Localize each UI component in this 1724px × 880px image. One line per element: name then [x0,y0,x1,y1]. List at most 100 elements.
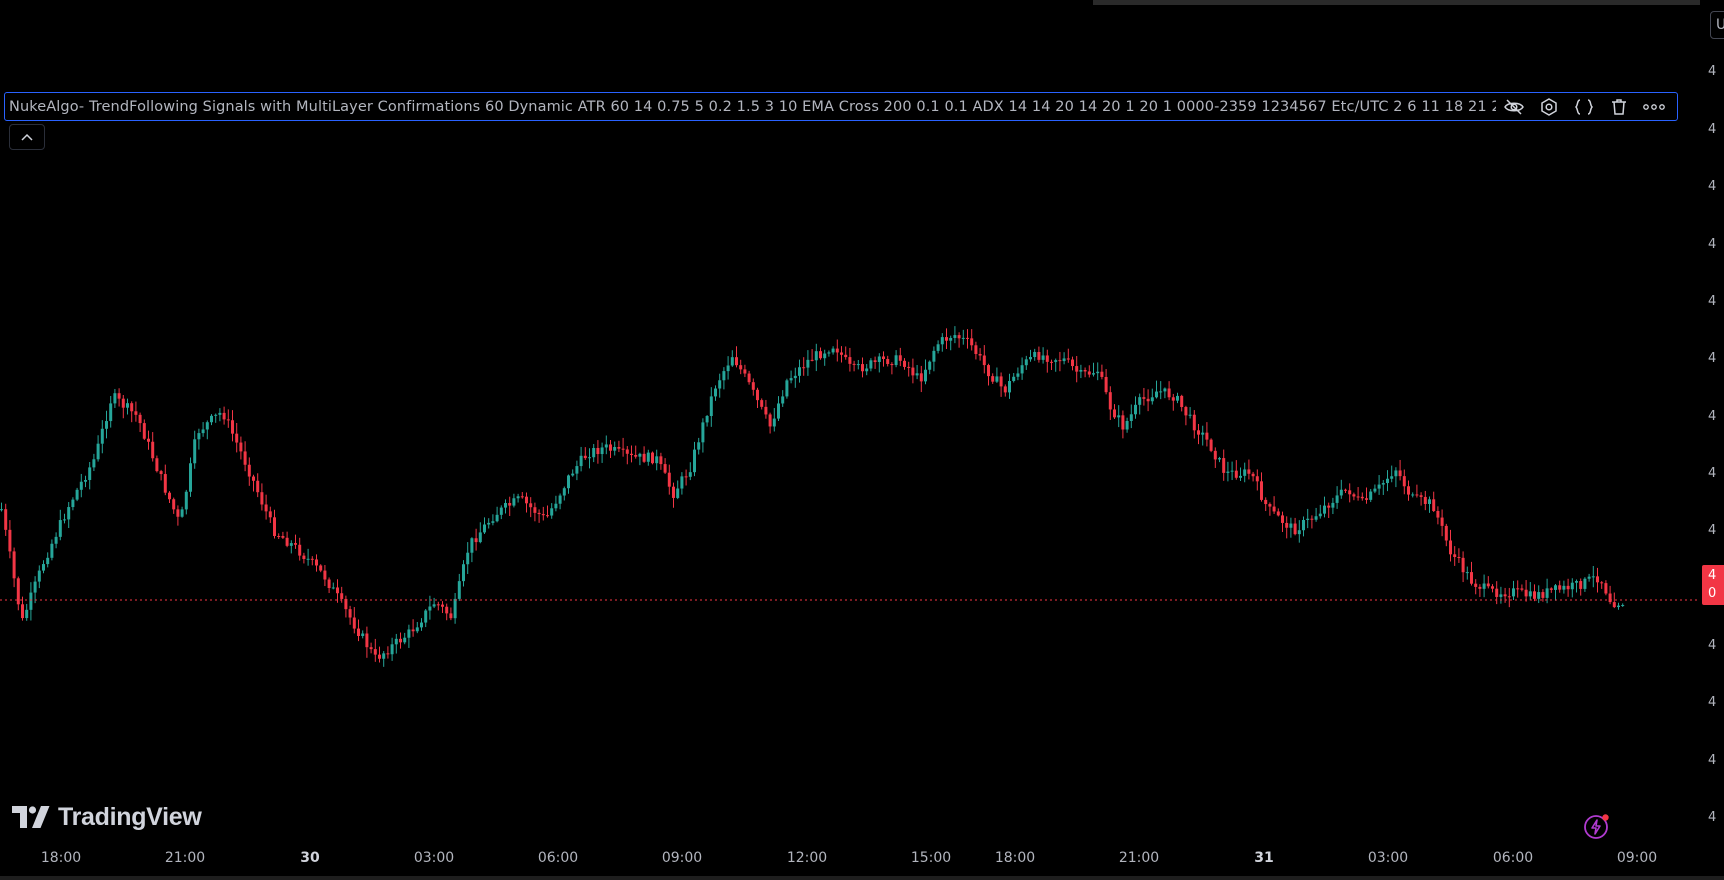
candle-body [663,464,667,473]
candle-body [1125,421,1129,430]
candle-body [252,476,255,481]
candle-body [1024,359,1028,366]
candle-body [1159,391,1163,393]
candle-body [411,629,415,632]
candle-body [760,400,764,407]
indicator-legend-tools [1496,94,1677,120]
time-axis[interactable] [0,840,1724,880]
candle-body [1436,510,1440,518]
candle-body [558,495,562,504]
candle-body [88,467,92,480]
last-price-tag-line-1: 4 [1708,568,1717,583]
candle-body [915,373,919,376]
candle-body [63,519,66,521]
candle-body [1297,530,1301,535]
candle-body [772,418,776,427]
candle-body [193,439,197,464]
candle-body [138,414,142,424]
candle-body [1003,386,1007,393]
candle-body [1591,576,1595,578]
candle-body [1050,361,1053,363]
more-options-button[interactable] [1636,94,1671,120]
candle-body [201,429,205,434]
candle-body [541,514,545,516]
candle-body [1302,519,1305,531]
candle-body [1596,576,1599,583]
candle-body [575,466,579,474]
candle-body [218,412,222,415]
candle-body [1113,409,1116,418]
hide-indicator-button[interactable] [1496,94,1531,120]
candle-body [588,457,591,459]
candle-body [1528,591,1532,597]
candle-body [1621,605,1625,607]
candle-body [1449,540,1452,555]
candle-body [1142,397,1146,399]
indicator-settings-button[interactable] [1531,94,1566,120]
candle-body [1087,371,1091,375]
candle-body [130,403,134,412]
candle-body [1054,360,1058,362]
candle-body [155,458,159,472]
candle-body [953,335,957,338]
candle-body [147,438,150,442]
trash-icon [1611,98,1626,115]
candle-body [1566,585,1570,590]
candle-body [25,609,29,619]
time-label: 21:00 [1118,850,1160,866]
candle-body [571,473,575,476]
candle-body [1008,381,1011,393]
candle-body [222,412,226,420]
candle-body [537,512,541,515]
indicator-source-code-button[interactable] [1566,94,1601,120]
chevron-up-icon [21,133,33,141]
last-price-tag: 4 0 [1702,565,1724,605]
candle-body [499,507,503,515]
candle-body [1360,496,1364,499]
candle-body [163,474,167,493]
candle-body [470,538,474,553]
candle-body [176,509,180,517]
candlestick-chart[interactable] [0,0,1700,840]
candle-body [936,344,940,351]
candle-body [751,382,755,390]
candle-body [1344,489,1347,491]
lightning-button[interactable] [1582,811,1612,841]
candle-body [4,509,8,530]
candle-body [798,367,801,376]
candle-body [1234,470,1238,478]
candle-body [16,578,20,605]
collapse-legend-button[interactable] [9,124,45,150]
indicator-legend[interactable]: NukeAlgo- TrendFollowing Signals with Mu… [4,92,1678,121]
candle-body [1348,490,1352,495]
candle-body [714,388,717,397]
candle-body [331,587,335,589]
candle-body [407,629,411,638]
candle-body [1465,572,1469,574]
candle-body [1503,594,1507,597]
candle-body [462,564,465,582]
remove-indicator-button[interactable] [1601,94,1636,120]
price-scale-mode-button[interactable]: U [1710,11,1724,39]
candle-body [848,357,852,364]
candle-body [1423,496,1427,504]
candle-body [1386,478,1389,484]
candle-body [1121,415,1125,430]
candle-body [1491,586,1494,589]
tradingview-watermark[interactable]: TradingView [12,799,202,835]
candle-body [1327,505,1331,508]
candle-body [1100,371,1104,377]
candle-body [1474,583,1478,587]
candle-body [886,359,890,364]
candle-body [865,368,869,372]
candle-body [121,398,125,408]
lightning-icon [1584,814,1609,839]
candle-body [806,359,810,368]
candle-body [970,338,974,346]
candle-body [525,496,528,504]
candle-body [840,352,843,355]
candle-body [1197,430,1200,435]
candle-body [1071,359,1074,367]
candle-body [852,363,856,365]
candle-body [357,628,360,636]
